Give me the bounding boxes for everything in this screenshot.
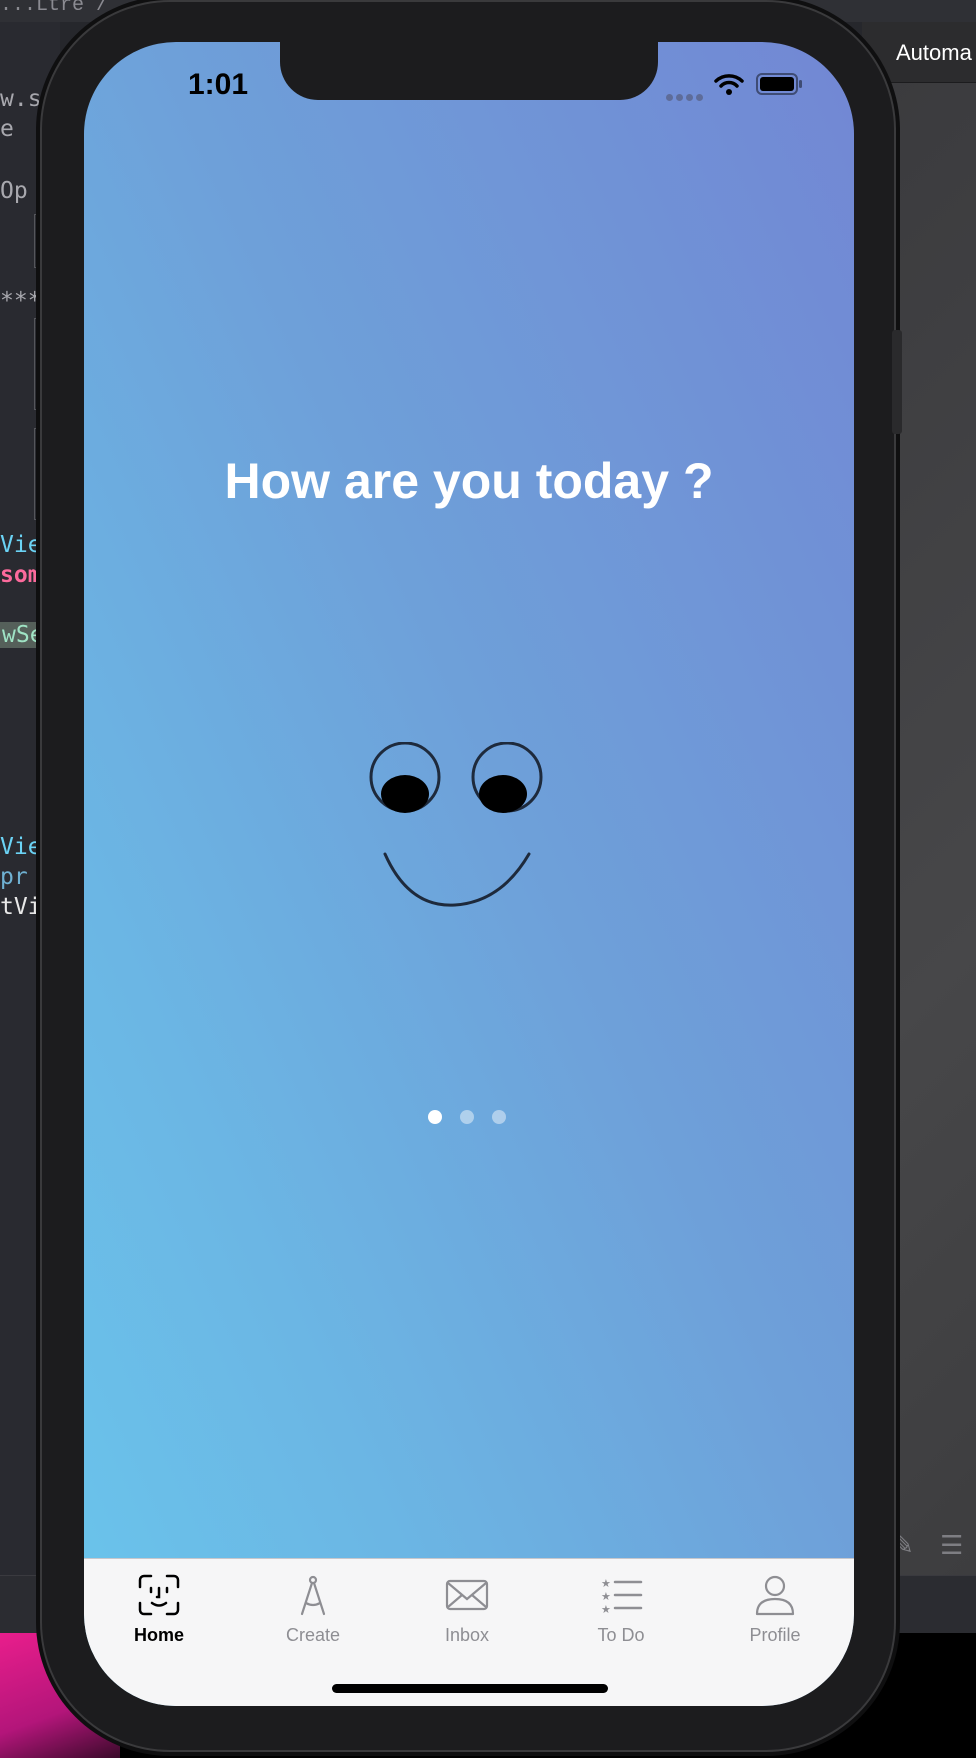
inspector-title[interactable]: Automa bbox=[896, 40, 972, 66]
code-line[interactable]: wSe bbox=[0, 622, 46, 648]
svg-text:★: ★ bbox=[601, 1603, 611, 1616]
notch bbox=[280, 42, 658, 100]
pin-icon[interactable]: ✎ bbox=[892, 1530, 914, 1561]
home-indicator[interactable] bbox=[332, 1684, 608, 1693]
tab-home-label: Home bbox=[133, 1625, 184, 1645]
checklist-icon: ★ ★ ★ bbox=[601, 1577, 643, 1616]
svg-text:★: ★ bbox=[601, 1577, 611, 1590]
tab-create[interactable]: Create bbox=[248, 1573, 378, 1663]
tab-todo[interactable]: ★ ★ ★ To Do bbox=[556, 1573, 686, 1663]
phone-screen: 1:01 How are you today ? Home Create Inb… bbox=[84, 42, 854, 1706]
code-line[interactable]: som bbox=[0, 562, 42, 588]
code-line[interactable]: e bbox=[0, 116, 14, 142]
adjust-icon[interactable]: ☰ bbox=[940, 1530, 963, 1561]
code-line[interactable]: tVi bbox=[0, 894, 42, 920]
page-dot-3[interactable] bbox=[492, 1110, 506, 1124]
status-time: 1:01 bbox=[187, 68, 249, 101]
left-pupil bbox=[381, 775, 429, 813]
tab-profile[interactable]: Profile bbox=[710, 1573, 840, 1663]
svg-text:★: ★ bbox=[601, 1590, 611, 1603]
smile bbox=[383, 852, 531, 907]
cellular-signal-icon bbox=[666, 88, 708, 101]
screenshot-stage: ...Ltre / ... ContentView.swift / ... w.… bbox=[0, 0, 976, 1758]
tab-inbox-label: Inbox bbox=[444, 1625, 490, 1645]
code-line[interactable]: Op bbox=[0, 178, 28, 204]
person-icon bbox=[755, 1575, 795, 1616]
wifi-icon bbox=[714, 74, 744, 95]
face-id-icon bbox=[138, 1574, 180, 1616]
tab-home[interactable]: Home bbox=[94, 1573, 224, 1663]
page-indicator[interactable] bbox=[428, 1110, 518, 1126]
code-line[interactable]: Vie bbox=[0, 834, 42, 860]
battery-icon bbox=[756, 73, 802, 95]
page-dot-1[interactable] bbox=[428, 1110, 442, 1124]
envelope-icon bbox=[445, 1579, 489, 1611]
tab-profile-label: Profile bbox=[749, 1625, 801, 1645]
right-pupil bbox=[479, 775, 527, 813]
tab-inbox[interactable]: Inbox bbox=[402, 1573, 532, 1663]
compass-icon bbox=[300, 1575, 326, 1616]
tab-create-label: Create bbox=[285, 1625, 341, 1645]
mood-question-title: How are you today ? bbox=[224, 453, 714, 509]
phone-side-button bbox=[892, 330, 902, 434]
code-line[interactable]: pr bbox=[0, 864, 28, 890]
code-line[interactable]: Vie bbox=[0, 532, 42, 558]
smiley-face-icon bbox=[369, 742, 543, 907]
tab-todo-label: To Do bbox=[597, 1625, 645, 1645]
page-dot-2[interactable] bbox=[460, 1110, 474, 1124]
